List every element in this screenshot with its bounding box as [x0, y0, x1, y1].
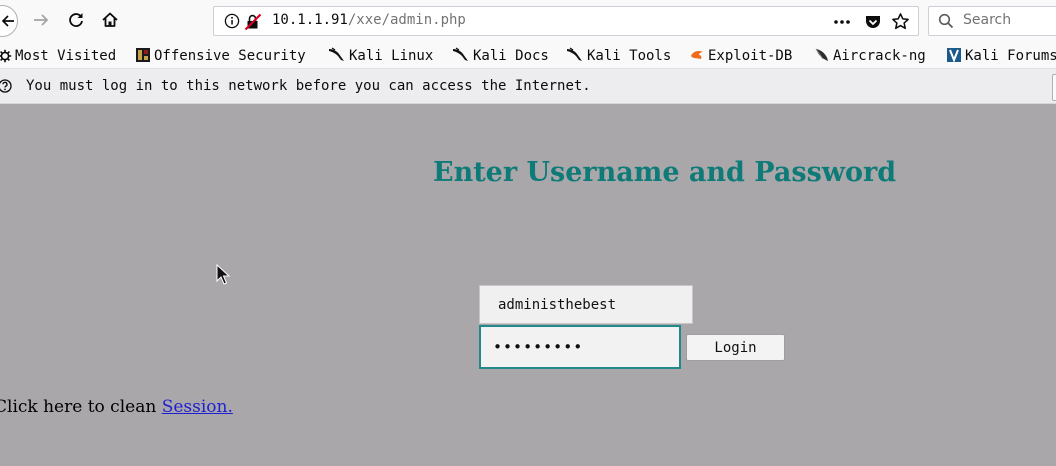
kali-dragon-icon	[329, 47, 344, 61]
insecure-lock-icon[interactable]	[244, 13, 262, 31]
bookmark-kali-docs[interactable]: Kali Docs	[452, 47, 549, 65]
url-text[interactable]: 10.1.1.91/xxe/admin.php	[272, 12, 466, 28]
bookmark-label: Kali Tools	[587, 48, 672, 64]
mouse-cursor-icon	[216, 264, 230, 285]
bookmark-label: Kali Linux	[349, 48, 434, 64]
aircrack-icon	[815, 48, 828, 61]
open-login-page-button[interactable]	[1052, 74, 1056, 101]
exploitdb-icon	[691, 51, 703, 59]
back-arrow-icon	[1, 15, 14, 27]
search-placeholder: Search	[963, 12, 1012, 28]
username-input[interactable]	[479, 285, 693, 324]
bookmark-label: Kali Docs	[473, 48, 549, 64]
bookmark-label: Kali Forums	[965, 48, 1056, 64]
page-actions-menu-icon[interactable]	[833, 15, 851, 29]
bookmark-star-icon[interactable]	[891, 12, 910, 31]
bookmark-label: Exploit-DB	[708, 48, 793, 64]
help-icon	[0, 79, 12, 93]
bookmark-kali-linux[interactable]: Kali Linux	[328, 47, 433, 65]
kali-dragon-icon	[567, 47, 582, 61]
bookmark-kali-forums[interactable]: Kali Forums	[946, 47, 1056, 65]
forward-icon[interactable]	[32, 11, 50, 29]
url-host: 10.1.1.91	[272, 12, 348, 28]
bookmark-label: Offensive Security	[154, 48, 306, 64]
session-text: Click here to clean	[0, 397, 162, 417]
bookmark-most-visited[interactable]: Most Visited	[0, 47, 116, 65]
address-bar[interactable]: 10.1.1.91/xxe/admin.php	[213, 6, 919, 36]
bookmark-kali-tools[interactable]: Kali Tools	[566, 47, 671, 65]
bookmark-label: Aircrack-ng	[833, 48, 926, 64]
back-button[interactable]	[0, 5, 18, 37]
home-icon[interactable]	[101, 11, 119, 29]
offsec-icon	[136, 48, 150, 62]
reload-icon[interactable]	[67, 11, 85, 29]
url-path: /xxe/admin.php	[347, 12, 466, 28]
password-input[interactable]	[479, 325, 681, 369]
captive-portal-notification: You must log in to this network before y…	[0, 69, 1056, 104]
info-icon[interactable]	[224, 13, 240, 29]
page-heading: Enter Username and Password	[433, 157, 897, 188]
bookmark-exploit-db[interactable]: Exploit-DB	[689, 47, 792, 65]
session-line: Click here to clean Session.	[0, 397, 233, 417]
bookmark-offensive-security[interactable]: Offensive Security	[135, 47, 306, 65]
bookmarks-toolbar: Most Visited Offensive Security Kali Lin…	[0, 43, 1056, 69]
clean-session-link[interactable]: Session.	[162, 397, 233, 417]
page-content: Enter Username and Password Login Click …	[0, 104, 1056, 466]
pocket-icon[interactable]	[864, 13, 882, 31]
login-button[interactable]: Login	[686, 334, 785, 361]
search-icon	[938, 13, 954, 29]
gear-icon	[0, 49, 12, 63]
notification-text: You must log in to this network before y…	[26, 78, 591, 94]
kali-dragon-icon	[453, 47, 468, 61]
bookmark-aircrack-ng[interactable]: Aircrack-ng	[814, 47, 926, 65]
search-bar[interactable]: Search	[928, 6, 1056, 36]
kali-forums-icon	[947, 48, 961, 63]
navigation-toolbar: 10.1.1.91/xxe/admin.php Search	[0, 0, 1056, 43]
bookmark-label: Most Visited	[15, 48, 117, 64]
